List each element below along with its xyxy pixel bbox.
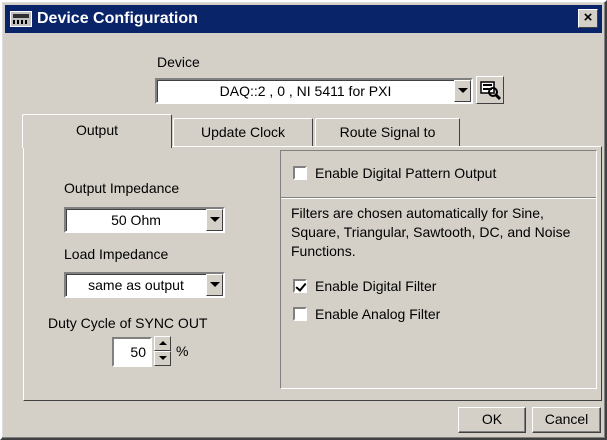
filter-info-text: Filters are chosen automatically for Sin… (291, 205, 571, 259)
load-impedance-select[interactable]: same as output (64, 272, 225, 298)
device-search-icon (480, 81, 501, 101)
spin-down-icon[interactable] (154, 351, 171, 366)
active-tab-joint (24, 145, 171, 148)
digital-pattern-label: Enable Digital Pattern Output (315, 165, 497, 181)
load-impedance-label: Load Impedance (64, 246, 169, 262)
analog-filter-label: Enable Analog Filter (315, 306, 441, 322)
device-select-value: DAQ::2 , 0 , NI 5411 for PXI (219, 83, 392, 99)
duty-cycle-input[interactable]: 50 (112, 337, 152, 367)
tab-update-clock[interactable]: Update Clock (173, 118, 313, 146)
digital-pattern-checkbox[interactable] (293, 166, 307, 180)
tab-update-clock-label: Update Clock (200, 124, 286, 140)
analog-filter-checkbox-row[interactable]: Enable Analog Filter (293, 306, 440, 322)
device-search-button[interactable] (476, 76, 504, 104)
close-icon: × (583, 9, 593, 26)
load-impedance-value: same as output (88, 277, 184, 293)
ok-button[interactable]: OK (458, 407, 526, 433)
tab-output[interactable]: Output (22, 114, 172, 148)
chevron-down-icon[interactable] (206, 209, 223, 231)
tab-route-signal-label: Route Signal to (339, 124, 436, 140)
chevron-down-icon[interactable] (454, 80, 471, 102)
close-button[interactable]: × (578, 9, 598, 28)
digital-filter-checkbox-row[interactable]: Enable Digital Filter (293, 278, 436, 294)
duty-cycle-spinner[interactable] (154, 336, 171, 366)
duty-cycle-unit: % (176, 343, 189, 359)
divider (281, 197, 596, 199)
output-impedance-select[interactable]: 50 Ohm (64, 207, 225, 233)
tab-output-label: Output (75, 122, 119, 138)
digital-filter-label: Enable Digital Filter (315, 278, 437, 294)
output-impedance-label: Output Impedance (64, 180, 180, 196)
device-select[interactable]: DAQ::2 , 0 , NI 5411 for PXI (155, 78, 473, 104)
window-title: Device Configuration (37, 10, 198, 27)
output-impedance-value: 50 Ohm (111, 212, 161, 228)
analog-filter-checkbox[interactable] (293, 307, 307, 321)
cancel-button[interactable]: Cancel (532, 407, 601, 433)
duty-cycle-label: Duty Cycle of SYNC OUT (48, 315, 208, 331)
digital-pattern-checkbox-row[interactable]: Enable Digital Pattern Output (293, 165, 496, 181)
digital-filter-checkbox[interactable] (293, 279, 307, 293)
device-configuration-dialog: Device Configuration × Device DAQ::2 , 0… (0, 0, 607, 440)
tab-route-signal[interactable]: Route Signal to (315, 118, 460, 146)
device-label: Device (157, 54, 200, 70)
title-bar[interactable]: Device Configuration × (5, 5, 602, 33)
chevron-down-icon[interactable] (206, 274, 223, 296)
spin-up-icon[interactable] (154, 336, 171, 351)
filter-options-panel: Enable Digital Pattern Output Filters ar… (280, 150, 597, 389)
device-icon (10, 11, 32, 27)
